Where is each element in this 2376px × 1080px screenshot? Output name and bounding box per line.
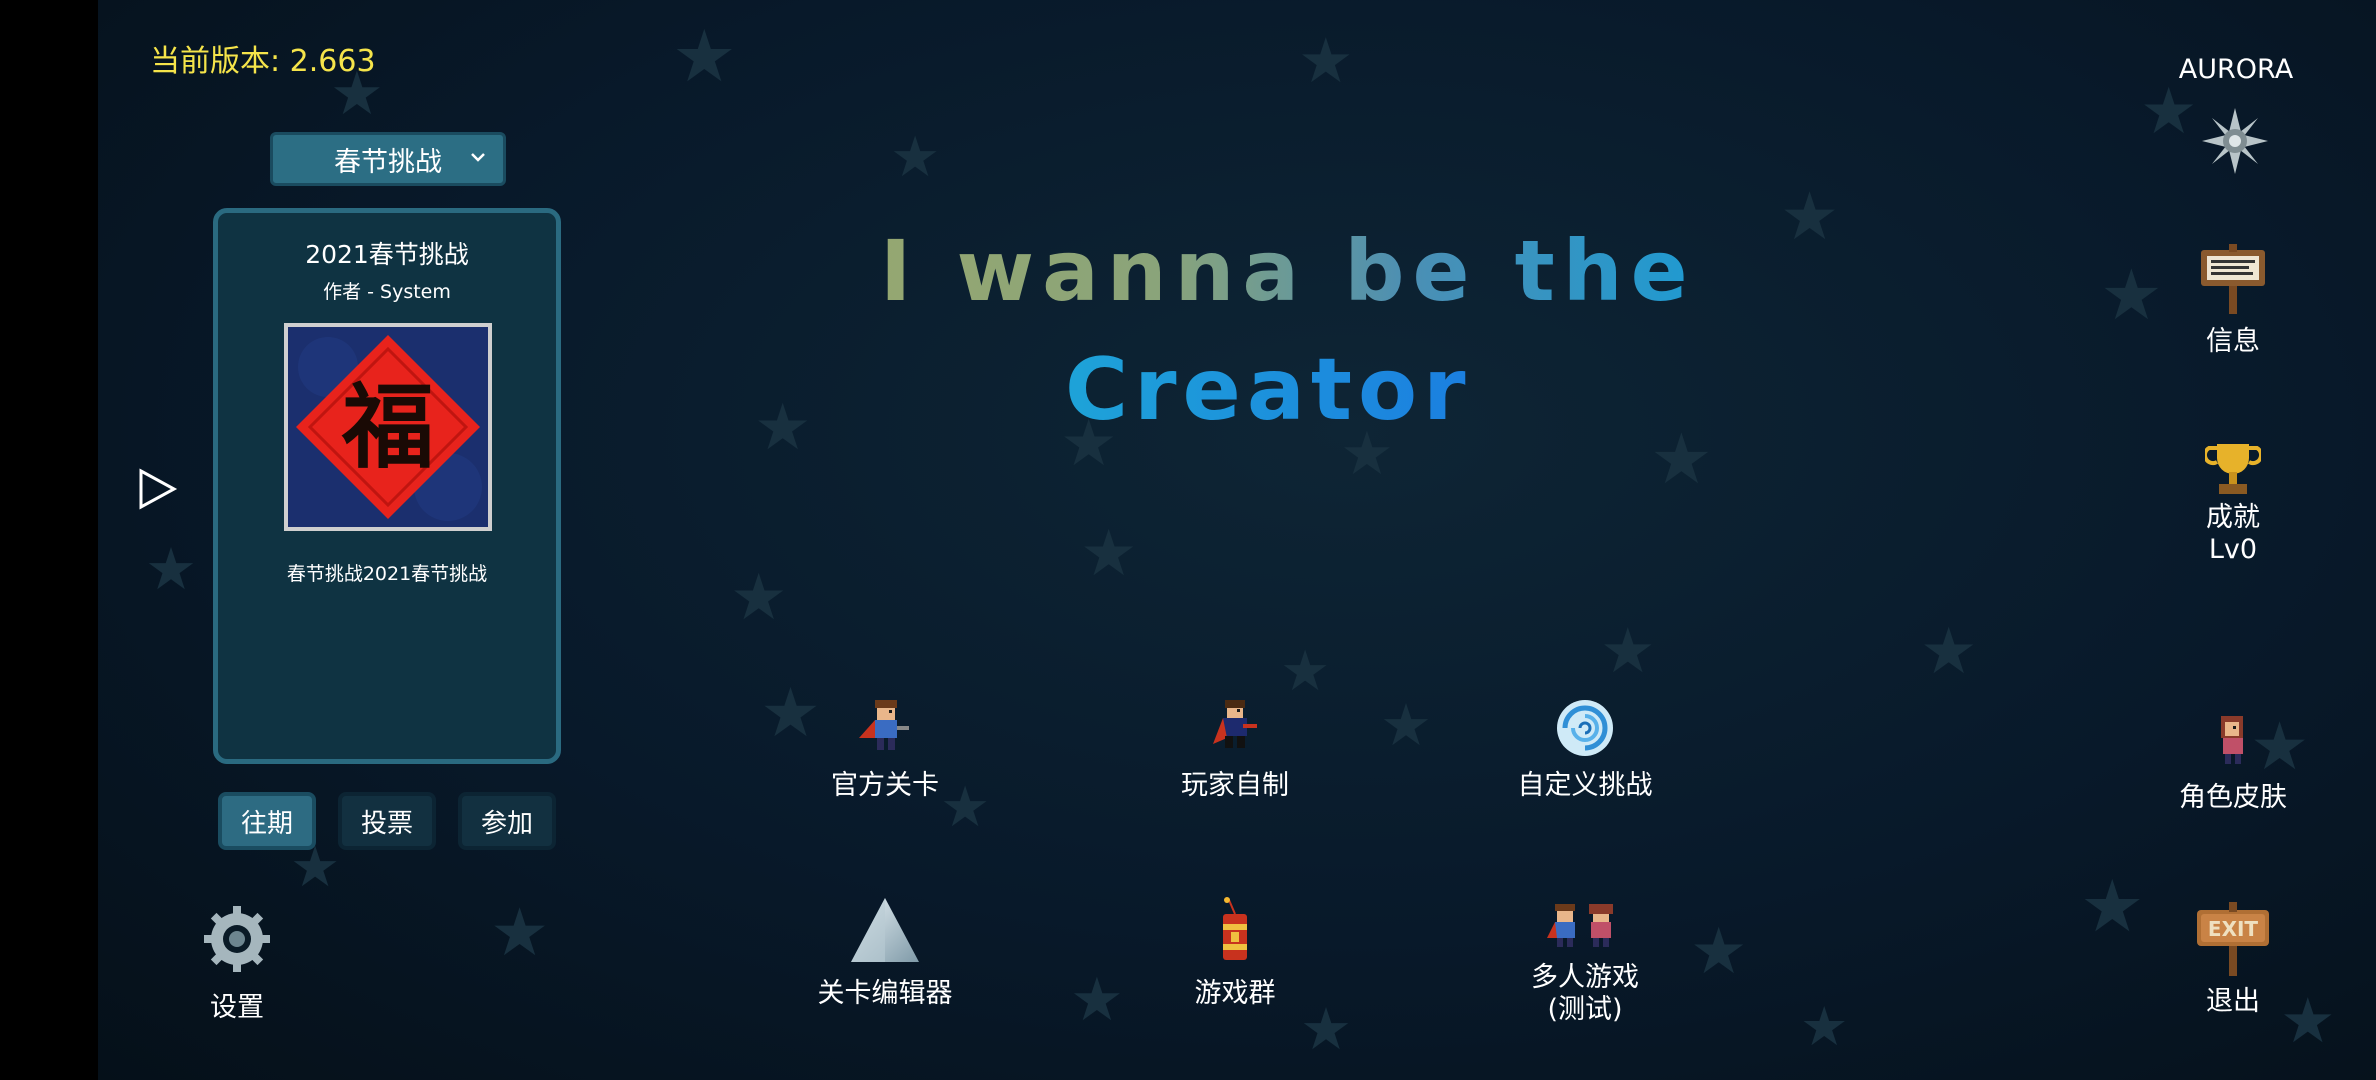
two-kids-icon: [1547, 904, 1613, 947]
player-made-button[interactable]: 玩家自制: [1140, 698, 1330, 802]
official-levels-button[interactable]: 官方关卡: [790, 698, 980, 802]
star-decoration: ★: [1280, 639, 1331, 704]
custom-challenge-label: 自定义挑战: [1517, 770, 1653, 801]
star-decoration: ★: [754, 391, 812, 465]
signboard-icon: [2201, 244, 2265, 314]
star-decoration: ★: [1690, 915, 1748, 989]
firecracker-icon: [1223, 897, 1247, 960]
black-left-bar: [0, 0, 98, 1080]
challenge-title: 2021春节挑战: [305, 240, 469, 269]
achievement-level-label: Lv0: [2208, 534, 2258, 565]
star-decoration: ★: [672, 14, 737, 98]
info-button[interactable]: 信息: [2153, 244, 2313, 358]
kid-character-icon: [859, 700, 909, 750]
level-editor-button[interactable]: 关卡编辑器: [790, 896, 980, 1010]
star-decoration: ★: [1298, 24, 1354, 97]
version-label: 当前版本: 2.663: [150, 44, 376, 79]
star-decoration: ★: [145, 535, 197, 603]
star-decoration: ★: [1920, 615, 1978, 689]
info-label: 信息: [2206, 326, 2260, 357]
star-decoration: ★: [1080, 517, 1138, 591]
custom-challenge-button[interactable]: 自定义挑战: [1490, 698, 1680, 802]
player-made-label: 玩家自制: [1181, 770, 1289, 801]
exit-sign-text: EXIT: [2208, 917, 2259, 941]
exit-sign-icon: EXIT: [2197, 902, 2269, 976]
multiplayer-button[interactable]: 多人游戏 (测试): [1490, 904, 1680, 1026]
girl-character-icon: [2221, 716, 2243, 764]
tab-vote[interactable]: 投票: [338, 792, 436, 850]
level-editor-label: 关卡编辑器: [817, 978, 953, 1009]
fu-diamond-image: 福: [288, 327, 488, 527]
dropdown-value: 春节挑战: [334, 146, 442, 178]
tab-past[interactable]: 往期: [218, 792, 316, 850]
chevron-down-icon: [471, 153, 485, 162]
profile-avatar-button[interactable]: [2155, 106, 2315, 176]
kid-caped-icon: [1213, 700, 1257, 748]
challenge-author: 作者 - System: [323, 281, 451, 303]
spike-triangle-icon: [851, 898, 919, 962]
character-skin-button[interactable]: 角色皮肤: [2153, 712, 2313, 814]
star-decoration: ★: [1070, 965, 1124, 1035]
official-levels-label: 官方关卡: [831, 770, 939, 801]
game-group-button[interactable]: 游戏群: [1140, 896, 1330, 1010]
settings-label: 设置: [210, 992, 264, 1023]
star-decoration: ★: [490, 894, 550, 971]
fu-character: 福: [341, 373, 434, 481]
game-title-line2: Creator: [1065, 340, 1472, 440]
multiplayer-test-label: (测试): [1547, 994, 1623, 1025]
spiky-star-icon: [2202, 108, 2268, 174]
achievements-label: 成就: [2206, 502, 2260, 533]
star-decoration: ★: [1650, 418, 1713, 500]
star-decoration: ★: [1600, 614, 1656, 687]
star-decoration: ★: [2080, 864, 2145, 948]
trophy-icon: [2205, 444, 2261, 494]
star-decoration: ★: [730, 561, 788, 635]
challenge-card[interactable]: 2021春节挑战 作者 - System 福 春节挑战2021春节挑战: [213, 208, 561, 764]
star-decoration: ★: [1380, 691, 1432, 759]
star-decoration: ★: [1780, 178, 1840, 255]
challenge-mode-dropdown[interactable]: 春节挑战: [270, 132, 506, 186]
challenge-thumbnail[interactable]: 福: [284, 323, 492, 531]
achievements-button[interactable]: 成就 Lv0: [2153, 442, 2313, 566]
star-decoration: ★: [890, 125, 941, 190]
star-decoration: ★: [1800, 995, 1849, 1058]
exit-button[interactable]: EXIT 退出: [2153, 902, 2313, 1018]
multiplayer-label: 多人游戏: [1531, 962, 1639, 993]
game-group-label: 游戏群: [1194, 978, 1276, 1009]
tab-join[interactable]: 参加: [458, 792, 556, 850]
username-label: AURORA: [2178, 54, 2294, 85]
challenge-description: 春节挑战2021春节挑战: [286, 563, 488, 585]
swirl-portal-icon: [1557, 700, 1613, 756]
gear-icon: [204, 906, 270, 972]
settings-button[interactable]: 设置: [157, 904, 317, 1024]
character-skin-label: 角色皮肤: [2179, 782, 2287, 813]
game-title-line1: I wanna be the: [880, 222, 1696, 320]
play-arrow-icon[interactable]: [138, 468, 178, 510]
exit-label: 退出: [2206, 986, 2260, 1017]
